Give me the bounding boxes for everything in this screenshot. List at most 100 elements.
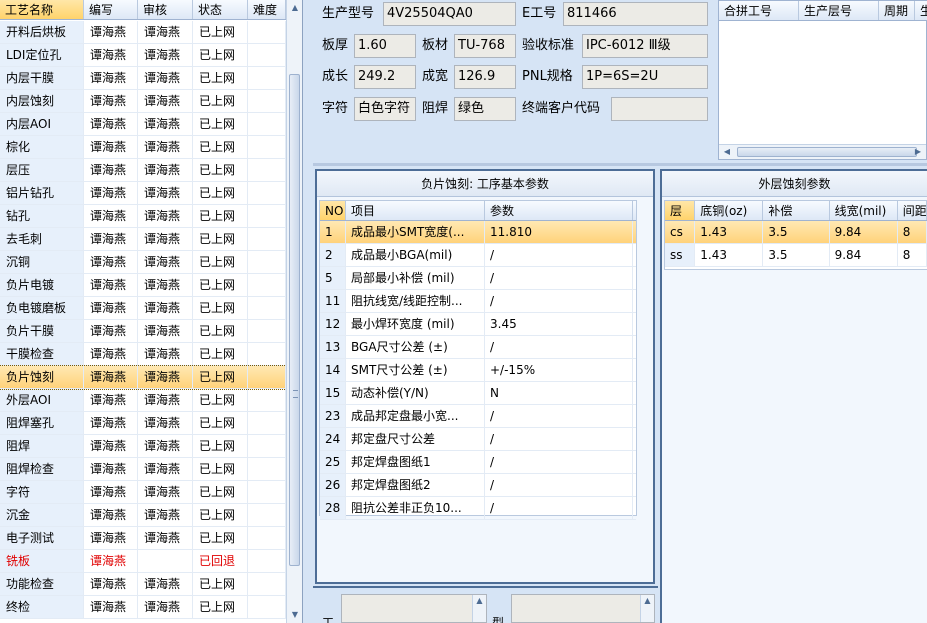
table-row[interactable]: 开料后烘板 谭海燕 谭海燕 已上网 (0, 21, 286, 44)
copper-cell[interactable]: 1.43 (695, 221, 764, 243)
end-customer-field[interactable] (611, 97, 708, 121)
table-row[interactable]: 终检 谭海燕 谭海燕 已上网 (0, 596, 286, 619)
table-row[interactable]: 铣板 谭海燕 已回退 (0, 550, 286, 573)
length-field[interactable]: 249.2 (354, 65, 416, 89)
col-base-copper[interactable]: 底铜(oz) (695, 201, 764, 220)
table-row[interactable]: 阻焊塞孔 谭海燕 谭海燕 已上网 (0, 412, 286, 435)
table-row[interactable]: 11 阻抗线宽/线距控制... / (320, 290, 636, 313)
col-layer-no[interactable]: 生产层号 (799, 1, 879, 20)
table-row[interactable]: 23 成品邦定盘最小宽... / (320, 405, 636, 428)
material-field[interactable]: TU-768 (454, 34, 516, 58)
value-cell[interactable]: 3.45 (485, 313, 633, 335)
table-row[interactable]: 沉金 谭海燕 谭海燕 已上网 (0, 504, 286, 527)
value-cell[interactable]: N (485, 382, 633, 404)
value-cell[interactable]: / (485, 267, 633, 289)
col-cycle[interactable]: 周期 (879, 1, 915, 20)
table-row[interactable]: 去毛刺 谭海燕 谭海燕 已上网 (0, 228, 286, 251)
table-row[interactable]: 13 BGA尺寸公差 (±) / (320, 336, 636, 359)
process-grid-scrollbar[interactable]: ▲ ▼ (286, 0, 302, 623)
table-row[interactable]: 内层蚀刻 谭海燕 谭海燕 已上网 (0, 90, 286, 113)
table-row[interactable]: 干膜检查 谭海燕 谭海燕 已上网 (0, 343, 286, 366)
table-row[interactable]: 负电镀磨板 谭海燕 谭海燕 已上网 (0, 297, 286, 320)
table-row[interactable]: LDI定位孔 谭海燕 谭海燕 已上网 (0, 44, 286, 67)
value-cell[interactable]: / (485, 474, 633, 496)
col-difficulty[interactable]: 难度 (248, 0, 286, 19)
mask-field[interactable]: 绿色 (454, 97, 516, 121)
spacing-cell[interactable]: 8 (898, 221, 927, 243)
value-cell[interactable]: / (485, 290, 633, 312)
notes-textarea-right[interactable]: ▲ (511, 594, 655, 623)
scroll-left-icon[interactable]: ◀ (721, 146, 733, 158)
value-cell[interactable]: 11.810 (485, 221, 633, 243)
spacing-cell[interactable]: 8 (898, 244, 927, 266)
col-compensation[interactable]: 补偿 (763, 201, 830, 220)
notes-textarea-left[interactable]: ▲ (341, 594, 487, 623)
table-row[interactable]: 负片蚀刻 谭海燕 谭海燕 已上网 (0, 365, 287, 390)
combine-grid-hscrollbar[interactable]: ◀ ▶ (719, 144, 926, 159)
scroll-up-icon[interactable]: ▲ (472, 595, 486, 622)
table-row[interactable]: 内层干膜 谭海燕 谭海燕 已上网 (0, 67, 286, 90)
table-row[interactable]: 26 邦定焊盘图纸2/ (320, 474, 636, 497)
width-field[interactable]: 126.9 (454, 65, 516, 89)
table-row[interactable]: 14 SMT尺寸公差 (±) +/-15% (320, 359, 636, 382)
table-row[interactable]: 12 最小焊环宽度 (mil) 3.45 (320, 313, 636, 336)
table-row[interactable]: ss 1.43 3.5 9.84 8 (665, 244, 927, 267)
scroll-right-icon[interactable]: ▶ (912, 146, 924, 158)
value-cell[interactable]: / (485, 497, 633, 519)
product-model-field[interactable]: 4V25504QA0 (383, 2, 516, 26)
value-cell[interactable]: +/-15% (485, 359, 633, 381)
accept-std-field[interactable]: IPC-6012 Ⅲ级 (582, 34, 708, 58)
table-row[interactable]: 阻焊检查 谭海燕 谭海燕 已上网 (0, 458, 286, 481)
value-cell[interactable]: / (485, 244, 633, 266)
compensation-cell[interactable]: 3.5 (763, 244, 830, 266)
table-row[interactable]: 负片电镀 谭海燕 谭海燕 已上网 (0, 274, 286, 297)
table-row[interactable]: 电子测试 谭海燕 谭海燕 已上网 (0, 527, 286, 550)
table-row[interactable]: 层压 谭海燕 谭海燕 已上网 (0, 159, 286, 182)
value-cell[interactable]: / (485, 451, 633, 473)
e-job-field[interactable]: 811466 (563, 2, 708, 26)
table-row[interactable]: 棕化 谭海燕 谭海燕 已上网 (0, 136, 286, 159)
table-row[interactable]: 沉铜 谭海燕 谭海燕 已上网 (0, 251, 286, 274)
line-width-cell[interactable]: 9.84 (830, 244, 898, 266)
col-item[interactable]: 项目 (346, 201, 485, 220)
scroll-down-icon[interactable]: ▼ (290, 610, 300, 620)
table-row[interactable]: 字符 谭海燕 谭海燕 已上网 (0, 481, 286, 504)
table-row[interactable]: 外层AOI 谭海燕 谭海燕 已上网 (0, 389, 286, 412)
table-row[interactable]: 2 成品最小BGA(mil) / (320, 244, 636, 267)
table-row[interactable]: 5 局部最小补偿 (mil) / (320, 267, 636, 290)
table-row[interactable]: 15 动态补偿(Y/N) N (320, 382, 636, 405)
table-row[interactable]: 钻孔 谭海燕 谭海燕 已上网 (0, 205, 286, 228)
compensation-cell[interactable]: 3.5 (763, 221, 830, 243)
col-layer[interactable]: 层 (665, 201, 696, 220)
legend-field[interactable]: 白色字符 (354, 97, 416, 121)
table-row[interactable]: 功能检查 谭海燕 谭海燕 已上网 (0, 573, 286, 596)
scroll-up-icon[interactable]: ▲ (290, 3, 300, 13)
col-line-width[interactable]: 线宽(mil) (830, 201, 898, 220)
table-row[interactable]: 内层AOI 谭海燕 谭海燕 已上网 (0, 113, 286, 136)
pnl-field[interactable]: 1P=6S=2U (582, 65, 708, 89)
scroll-up-icon[interactable]: ▲ (640, 595, 654, 622)
col-value[interactable]: 参数 (485, 201, 633, 220)
line-width-cell[interactable]: 9.84 (830, 221, 898, 243)
value-cell[interactable]: / (485, 428, 633, 450)
table-row[interactable]: 24 邦定盘尺寸公差 / (320, 428, 636, 451)
table-row[interactable]: 1 成品最小SMT宽度(... 11.810 (320, 221, 636, 244)
col-status[interactable]: 状态 (193, 0, 248, 19)
value-cell[interactable]: / (485, 336, 633, 358)
table-row[interactable]: 铝片钻孔 谭海燕 谭海燕 已上网 (0, 182, 286, 205)
col-combine-job[interactable]: 合拼工号 (719, 1, 799, 20)
table-row[interactable]: 25 邦定焊盘图纸1/ (320, 451, 636, 474)
col-spacing[interactable]: 间距 (898, 201, 927, 220)
col-writer[interactable]: 编写 (84, 0, 138, 19)
col-reviewer[interactable]: 审核 (138, 0, 193, 19)
value-cell[interactable]: / (485, 405, 633, 427)
scroll-thumb[interactable] (289, 74, 300, 566)
col-extra[interactable]: 生 (915, 1, 927, 20)
col-no[interactable]: NO (320, 201, 346, 220)
hscroll-thumb[interactable] (737, 147, 917, 157)
col-process-name[interactable]: 工艺名称 (0, 0, 84, 19)
copper-cell[interactable]: 1.43 (695, 244, 764, 266)
table-row[interactable]: 阻焊 谭海燕 谭海燕 已上网 (0, 435, 286, 458)
table-row[interactable]: 负片干膜 谭海燕 谭海燕 已上网 (0, 320, 286, 343)
thickness-field[interactable]: 1.60 (354, 34, 416, 58)
